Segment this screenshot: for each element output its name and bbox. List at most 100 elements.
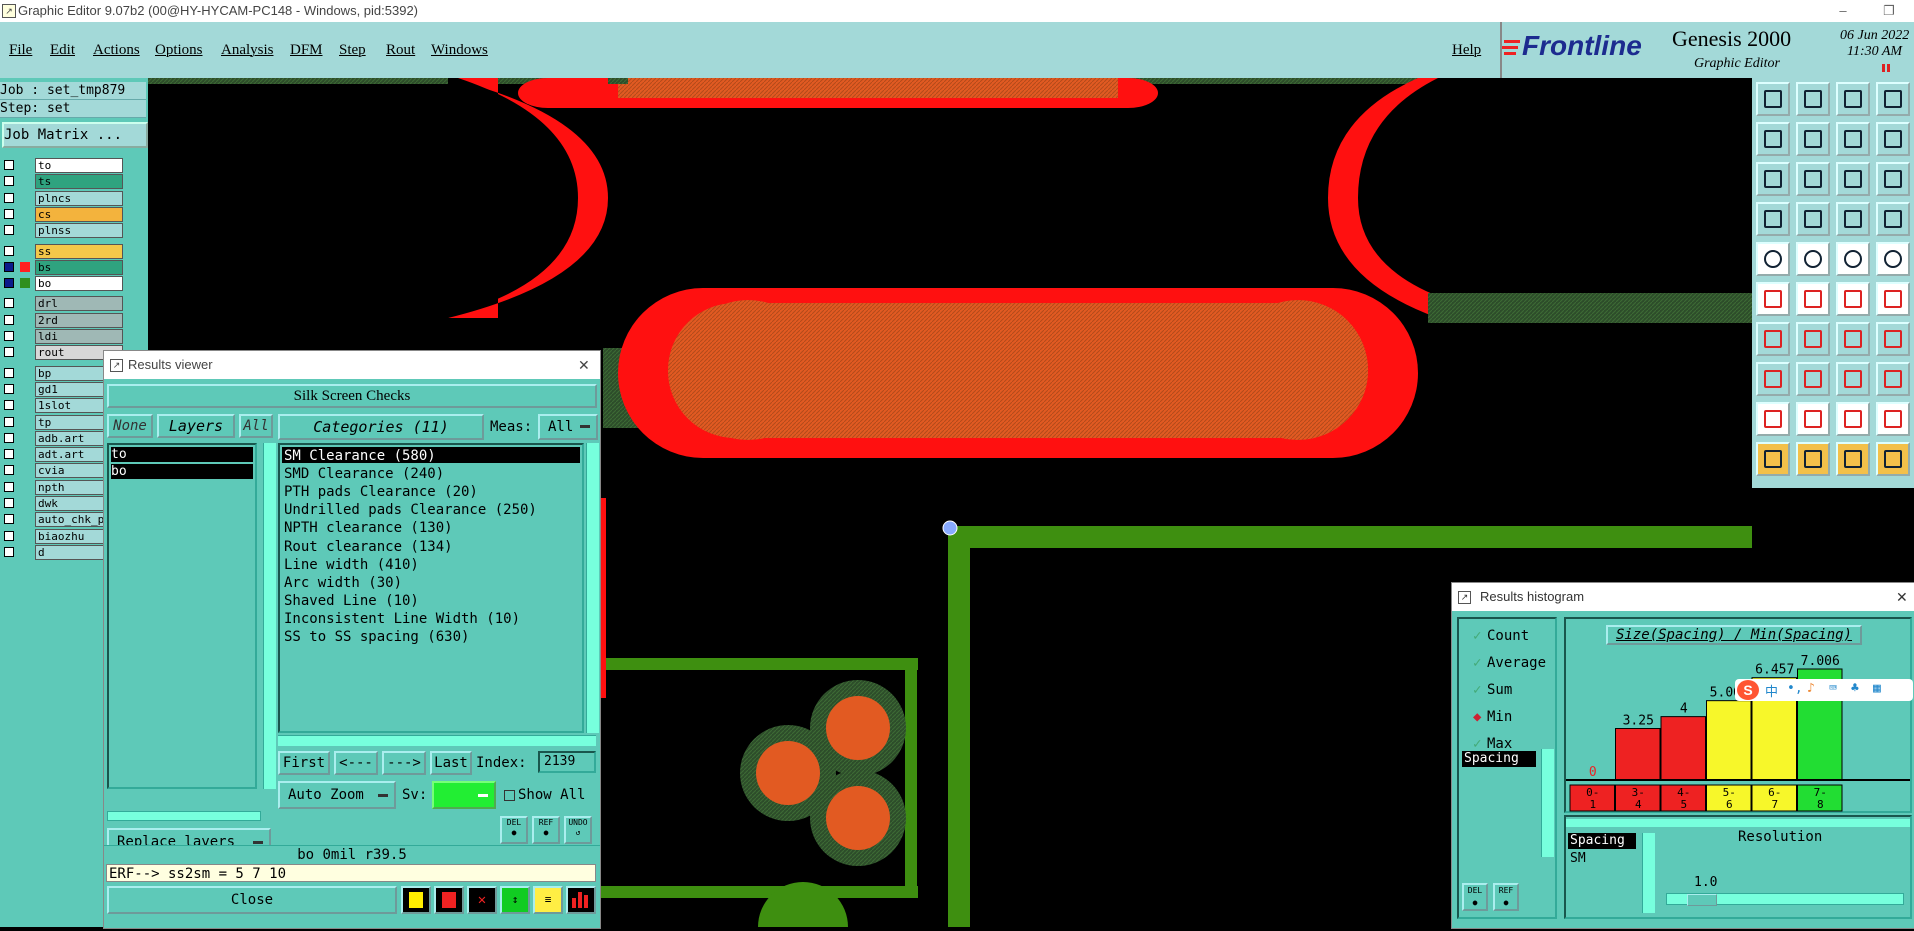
bottom-list-scrollbar[interactable] xyxy=(1642,833,1655,913)
layer-checkbox[interactable] xyxy=(4,546,14,557)
category-item[interactable]: SM Clearance (580) xyxy=(284,447,436,465)
menu-rout[interactable]: Rout xyxy=(386,42,415,59)
layer-checkbox[interactable] xyxy=(4,314,14,325)
category-item[interactable]: NPTH clearance (130) xyxy=(284,519,453,537)
option-count[interactable]: ✓ Count xyxy=(1473,627,1529,645)
layer-results-list[interactable]: to bo xyxy=(107,443,257,789)
layer-name[interactable]: 2rd xyxy=(35,312,123,328)
all-button[interactable]: All xyxy=(239,414,273,438)
layer-name[interactable]: plncs xyxy=(35,190,123,206)
layer-name[interactable]: cs xyxy=(35,206,123,222)
layer-checkbox[interactable] xyxy=(4,331,14,341)
pointer-icon[interactable] xyxy=(1796,442,1830,476)
pad-icon[interactable] xyxy=(1756,242,1790,276)
layer-icon[interactable] xyxy=(1756,202,1790,236)
layer-name[interactable]: to xyxy=(35,158,123,173)
categories-hscrollbar[interactable] xyxy=(278,735,596,746)
layer-name[interactable]: ss xyxy=(35,243,123,259)
align-icon[interactable] xyxy=(1836,362,1870,396)
help-icon[interactable] xyxy=(1876,162,1910,196)
layer-checkbox[interactable] xyxy=(4,481,14,492)
category-item[interactable]: SS to SS spacing (630) xyxy=(284,628,469,646)
list-item[interactable]: to xyxy=(111,447,253,462)
layer-checkbox[interactable] xyxy=(4,530,14,541)
connect-icon[interactable] xyxy=(1836,282,1870,316)
layer-checkbox[interactable] xyxy=(4,192,14,203)
net-icon[interactable] xyxy=(1756,282,1790,316)
layer-checkbox[interactable] xyxy=(4,367,14,378)
layer-checkbox[interactable] xyxy=(4,298,14,309)
route-icon[interactable] xyxy=(1876,282,1910,316)
trace-icon[interactable] xyxy=(1796,362,1830,396)
layer-checkbox[interactable] xyxy=(4,225,14,236)
delete-mark-icon[interactable]: ✕ xyxy=(467,886,497,914)
last-button[interactable]: Last xyxy=(430,751,472,775)
edit-icon[interactable] xyxy=(1796,242,1830,276)
histogram-bar[interactable] xyxy=(1660,716,1706,781)
layer-checkbox[interactable] xyxy=(4,400,14,411)
export-icon[interactable] xyxy=(1796,122,1830,156)
first-button[interactable]: First xyxy=(278,751,330,775)
category-item[interactable]: Line width (410) xyxy=(284,556,419,574)
categories-list[interactable]: SM Clearance (580) SMD Clearance (240) PTH… xyxy=(278,443,584,733)
measure-icon[interactable] xyxy=(1876,202,1910,236)
array-icon[interactable] xyxy=(1876,402,1910,436)
menu-edit[interactable]: Edit xyxy=(50,42,75,59)
auto-zoom-dropdown[interactable]: Auto Zoom xyxy=(278,781,396,809)
scale-icon[interactable] xyxy=(1836,162,1870,196)
histogram-hscrollbar[interactable] xyxy=(1566,819,1910,827)
categories-button[interactable]: Categories (11) xyxy=(278,414,484,440)
step-icon[interactable] xyxy=(1876,122,1910,156)
layer-name[interactable]: ldi xyxy=(35,329,123,344)
ime-mode[interactable]: 中 xyxy=(1765,681,1778,700)
measure-scrollbar[interactable] xyxy=(1541,749,1554,857)
next-button[interactable]: ---> xyxy=(382,751,426,775)
layer-name[interactable]: drl xyxy=(35,296,123,312)
layer-name[interactable]: plnss xyxy=(35,223,123,239)
fit-icon[interactable] xyxy=(1756,162,1790,196)
layer-name[interactable]: bo xyxy=(35,276,123,292)
category-item[interactable]: Inconsistent Line Width (10) xyxy=(284,610,520,628)
layer-list-scrollbar[interactable] xyxy=(263,443,276,789)
sogou-icon[interactable]: S xyxy=(1737,680,1759,700)
minimize-button[interactable]: – xyxy=(1820,0,1866,22)
none-button[interactable]: None xyxy=(107,414,153,438)
option-sum[interactable]: ✓ Sum xyxy=(1473,681,1512,699)
layer-checkbox[interactable] xyxy=(4,383,14,394)
shape-icon[interactable] xyxy=(1796,402,1830,436)
skin-icon[interactable]: ♣ xyxy=(1851,681,1859,696)
option-min[interactable]: ◆ Min xyxy=(1473,708,1512,726)
ref-button[interactable]: REF ● xyxy=(1493,883,1519,911)
layer-name[interactable]: bs xyxy=(35,259,123,275)
list-icon[interactable]: ≡ xyxy=(533,886,563,914)
cursor-icon[interactable] xyxy=(1836,442,1870,476)
layer-checkbox[interactable] xyxy=(4,449,14,460)
show-all-checkbox[interactable] xyxy=(504,790,515,801)
layer-checkbox[interactable] xyxy=(4,261,14,272)
ruler-icon[interactable] xyxy=(1836,242,1870,276)
select-icon[interactable] xyxy=(1756,442,1790,476)
list-item[interactable]: bo xyxy=(111,464,253,479)
restore-button[interactable]: ❐ xyxy=(1866,0,1912,22)
triangle-icon[interactable] xyxy=(1756,402,1790,436)
category-item[interactable]: Undrilled pads Clearance (250) xyxy=(284,501,537,519)
ime-toolbar[interactable]: S 中 •, ♪ ⌨ ♣ ▦ xyxy=(1735,679,1913,701)
menu-help[interactable]: Help xyxy=(1452,42,1481,59)
home-icon[interactable] xyxy=(1836,82,1870,116)
copy-icon[interactable] xyxy=(1836,122,1870,156)
layers-hscrollbar[interactable] xyxy=(107,811,261,821)
layer-checkbox[interactable] xyxy=(4,347,14,358)
split-icon[interactable] xyxy=(1876,322,1910,356)
report-icon[interactable] xyxy=(434,886,464,914)
menu-dfm[interactable]: DFM xyxy=(290,42,323,59)
keyboard-icon[interactable]: ⌨ xyxy=(1829,681,1837,696)
layer-checkbox[interactable] xyxy=(4,432,14,443)
toolbox-icon[interactable]: ▦ xyxy=(1873,681,1881,696)
layer-checkbox[interactable] xyxy=(4,465,14,476)
undo-icon[interactable]: UNDO ↺ xyxy=(564,816,592,844)
resize-icon[interactable]: ↕ xyxy=(500,886,530,914)
layer-checkbox[interactable] xyxy=(4,208,14,219)
menu-step[interactable]: Step xyxy=(339,42,366,59)
save-icon[interactable] xyxy=(1796,82,1830,116)
grid-icon[interactable] xyxy=(1796,202,1830,236)
